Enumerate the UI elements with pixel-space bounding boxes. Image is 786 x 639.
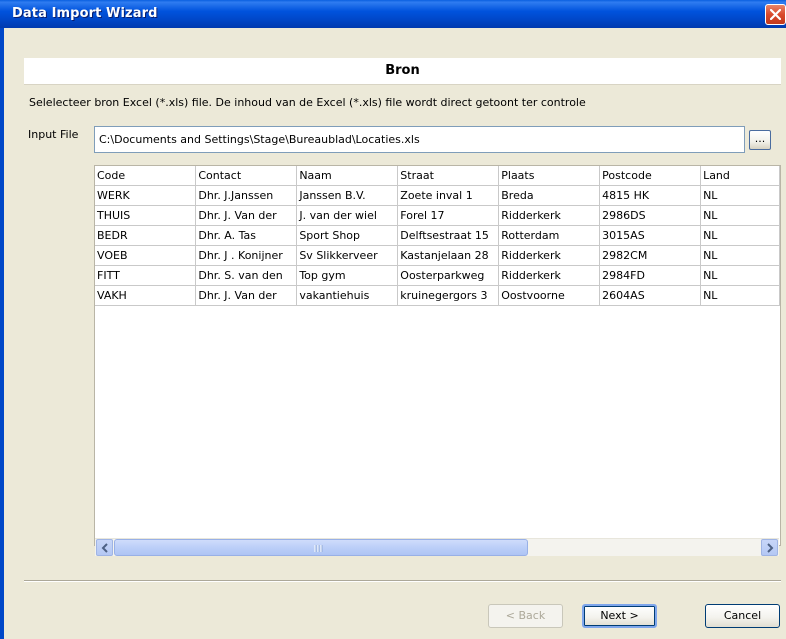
step-header: Bron [24,58,781,85]
column-header[interactable]: Naam [296,166,399,186]
table-row[interactable]: FITT Dhr. S. van den Top gym Oosterparkweg R… [95,265,780,286]
input-file-label: Input File [28,128,79,141]
window-title: Data Import Wizard [12,6,158,21]
table-cell: 3015AS [599,225,702,246]
table-cell: Dhr. A. Tas [195,225,298,246]
table-cell: Dhr. J. Van der [195,285,298,306]
table-cell: NL [700,245,780,266]
table-cell: Ridderkerk [498,245,601,266]
table-row[interactable]: VAKH Dhr. J. Van der vakantiehuis kruineger… [95,285,780,306]
table-cell: Dhr. J. Van der [195,205,298,226]
table-cell: Sv Slikkerveer [296,245,399,266]
table-cell: Delftsestraat 15 [397,225,500,246]
table-cell: 4815 HK [599,185,702,206]
table-cell: 2986DS [599,205,702,226]
table-cell: Forel 17 [397,205,500,226]
table-row[interactable]: WERK Dhr. J.Janssen Janssen B.V. Zoete inva… [95,185,780,206]
table-cell: BEDR [95,225,197,246]
table-cell: Kastanjelaan 28 [397,245,500,266]
wizard-window: Data Import Wizard Bron Selelecteer bron… [0,0,786,639]
next-button[interactable]: Next > [582,604,657,628]
scroll-thumb[interactable] [114,539,528,556]
horizontal-scrollbar[interactable] [95,538,779,556]
table-cell: Top gym [296,265,399,286]
table-cell: Rotterdam [498,225,601,246]
table-cell: 2982CM [599,245,702,266]
column-header[interactable]: Plaats [498,166,601,186]
table-row[interactable]: BEDR Dhr. A. Tas Sport Shop Delftsestraat 1… [95,225,780,246]
table-cell: VAKH [95,285,197,306]
preview-table: Code Contact Naam Straat Plaats Postcode Land … [95,166,780,306]
table-header-row: Code Contact Naam Straat Plaats Postcode Land [95,166,780,186]
back-button[interactable]: < Back [488,604,563,628]
scroll-right-button[interactable] [761,539,778,556]
footer-separator [24,580,781,582]
table-cell: NL [700,285,780,306]
step-title: Bron [385,63,420,78]
column-header[interactable]: Contact [195,166,298,186]
table-cell: Dhr. J.Janssen [195,185,298,206]
column-header[interactable]: Straat [397,166,500,186]
title-bar[interactable]: Data Import Wizard [0,0,786,28]
table-cell: VOEB [95,245,197,266]
column-header[interactable]: Land [700,166,780,186]
table-cell: Ridderkerk [498,265,601,286]
table-cell: Ridderkerk [498,205,601,226]
table-cell: kruinegergors 3 [397,285,500,306]
table-cell: 2984FD [599,265,702,286]
table-cell: NL [700,185,780,206]
table-cell: FITT [95,265,197,286]
table-cell: NL [700,265,780,286]
close-button[interactable] [765,4,786,25]
table-cell: Oosterparkweg [397,265,500,286]
browse-button[interactable]: ... [749,130,771,150]
preview-table-container[interactable]: Code Contact Naam Straat Plaats Postcode Land … [94,165,781,546]
table-cell: Breda [498,185,601,206]
table-cell: 2604AS [599,285,702,306]
table-cell: Janssen B.V. [296,185,399,206]
table-cell: NL [700,225,780,246]
table-cell: Dhr. J . Konijner [195,245,298,266]
window-left-border [0,28,4,639]
table-cell: vakantiehuis [296,285,399,306]
table-cell: THUIS [95,205,197,226]
chevron-right-icon [767,543,774,553]
chevron-left-icon [101,543,108,553]
table-row[interactable]: VOEB Dhr. J . Konijner Sv Slikkerveer Kasta… [95,245,780,266]
close-icon [770,9,781,20]
cancel-button[interactable]: Cancel [705,604,780,628]
table-row[interactable]: THUIS Dhr. J. Van der J. van der wiel Forel… [95,205,780,226]
table-cell: NL [700,205,780,226]
column-header[interactable]: Postcode [599,166,702,186]
input-file-field[interactable]: C:\Documents and Settings\Stage\Bureaubl… [94,126,745,153]
column-header[interactable]: Code [95,166,197,186]
table-cell: Dhr. S. van den [195,265,298,286]
table-cell: Oostvoorne [498,285,601,306]
scroll-left-button[interactable] [96,539,113,556]
table-cell: WERK [95,185,197,206]
grip-icon [314,545,323,552]
table-cell: J. van der wiel [296,205,399,226]
table-cell: Sport Shop [296,225,399,246]
step-description: Selelecteer bron Excel (*.xls) file. De … [29,96,586,109]
table-cell: Zoete inval 1 [397,185,500,206]
